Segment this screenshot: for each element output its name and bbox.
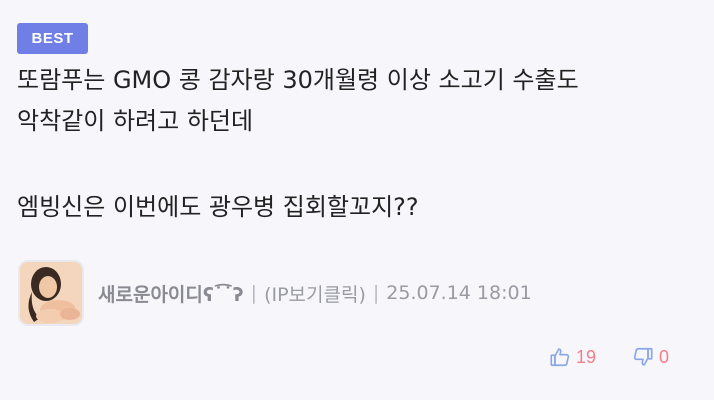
vote-bar: 19 0 bbox=[549, 346, 669, 368]
author-nickname[interactable]: 새로운아이디ʕ˙͡˙ʔ bbox=[98, 280, 244, 307]
downvote-count: 0 bbox=[658, 346, 669, 367]
comment-body: 또람푸는 GMO 콩 감자랑 30개월령 이상 소고기 수출도 악착같이 하려고… bbox=[17, 60, 707, 228]
upvote-button[interactable]: 19 bbox=[549, 346, 596, 368]
comment-line: 또람푸는 GMO 콩 감자랑 30개월령 이상 소고기 수출도 bbox=[17, 66, 579, 94]
separator: | bbox=[372, 282, 380, 304]
comment-meta: 새로운아이디ʕ˙͡˙ʔ | (IP보기클릭) | 25.07.14 18:01 bbox=[18, 259, 532, 327]
upvote-count: 19 bbox=[575, 346, 596, 367]
avatar[interactable] bbox=[18, 260, 84, 326]
best-badge: BEST bbox=[17, 23, 88, 54]
comment-line: 악착같이 하려고 하던데 bbox=[17, 107, 254, 135]
thumbs-down-icon bbox=[632, 346, 654, 368]
separator: | bbox=[250, 282, 258, 304]
comment-line: 엠빙신은 이번에도 광우병 집회할꼬지?? bbox=[17, 193, 419, 221]
downvote-button[interactable]: 0 bbox=[632, 346, 669, 368]
ip-view-link[interactable]: (IP보기클릭) bbox=[264, 280, 366, 307]
comment-timestamp: 25.07.14 18:01 bbox=[386, 282, 532, 304]
thumbs-up-icon bbox=[549, 346, 571, 368]
